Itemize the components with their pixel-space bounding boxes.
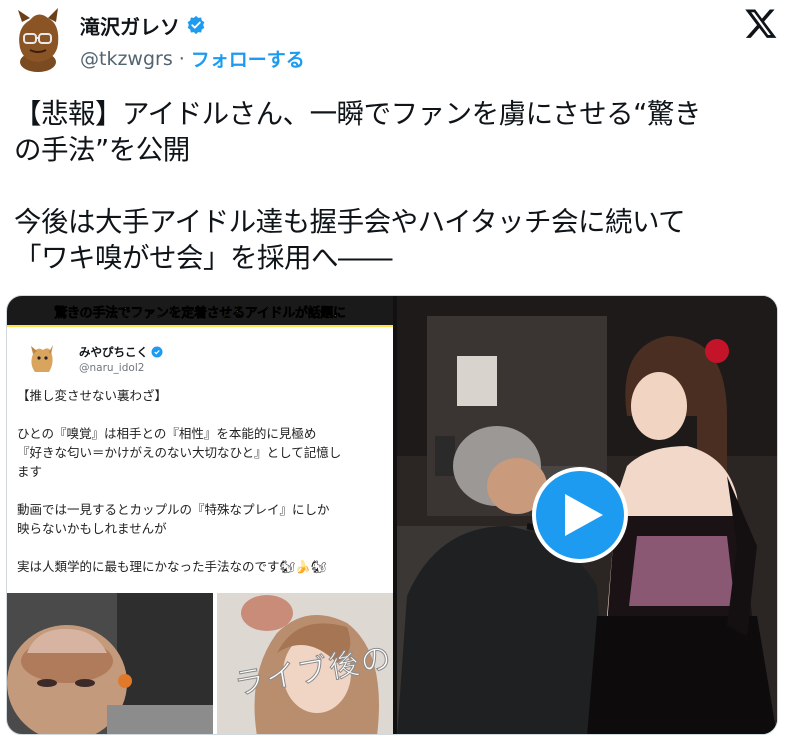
verified-badge-icon: [151, 346, 163, 358]
embedded-line: 映らないかもしれませんが: [17, 521, 167, 536]
embedded-author-name: みやぴちこく: [79, 345, 148, 359]
banner: 驚きの手法でファンを定着させるアイドルが話題に: [7, 296, 393, 326]
tweet-line: 「ワキ嗅がせ会」を採用へ――: [14, 242, 393, 274]
verified-badge-icon: [187, 15, 205, 35]
tweet-body: 【悲報】アイドルさん、一瞬でファンを虜にさせる“驚き の手法”を公開 今後は大手…: [14, 96, 778, 276]
embedded-line: 実は人類学的に最も理にかなった手法なのです🐿🍌🐿: [17, 559, 327, 574]
embedded-author-handle: @naru_idol2: [79, 362, 145, 374]
embedded-line: ひとの『嗅覚』は相手との『相性』を本能的に見極め: [17, 426, 317, 441]
embedded-line: 動画では一見するとカップルの『特殊なプレイ』にしか: [17, 502, 330, 517]
play-icon: [565, 494, 603, 536]
author-handle[interactable]: @tkzwgrs: [80, 48, 173, 70]
embedded-line-gap: [17, 405, 387, 424]
follow-button[interactable]: フォローする: [191, 45, 305, 72]
tweet-line-gap: [14, 168, 778, 204]
author-avatar[interactable]: [8, 4, 68, 74]
squirrel-avatar-icon: [31, 345, 53, 372]
video-media[interactable]: 驚きの手法でファンを定着させるアイドルが話題に みやぴちこく @naru_ido…: [6, 295, 778, 735]
tweet-line: 今後は大手アイドル達も握手会やハイタッチ会に続いて: [14, 206, 686, 238]
x-logo-icon[interactable]: [744, 6, 778, 40]
photo-thumbnail-left: [7, 593, 213, 734]
tweet-line: の手法”を公開: [14, 134, 190, 166]
play-button[interactable]: [532, 467, 628, 563]
banner-text: 驚きの手法でファンを定着させるアイドルが話題に: [54, 305, 346, 321]
embedded-line: 『好きな匂い＝かけがえのない大切なひと』として記憶し: [17, 445, 342, 460]
author-name[interactable]: 滝沢ガレソ: [80, 11, 180, 40]
separator-dot: ·: [178, 47, 185, 70]
embedded-line: ます: [17, 464, 43, 479]
embedded-tweet-text: 【推し変させない裏わざ】 ひとの『嗅覚』は相手との『相性』を本能的に見極め 『好…: [17, 386, 387, 576]
tweet-line: 【悲報】アイドルさん、一瞬でファンを虜にさせる“驚き: [14, 98, 701, 130]
banner-divider: [7, 325, 393, 327]
screenshot-panel: 驚きの手法でファンを定着させるアイドルが話題に みやぴちこく @naru_ido…: [7, 296, 393, 734]
embedded-line: 【推し変させない裏わざ】: [17, 388, 168, 403]
embedded-line-gap: [17, 538, 387, 557]
embedded-line-gap: [17, 481, 387, 500]
